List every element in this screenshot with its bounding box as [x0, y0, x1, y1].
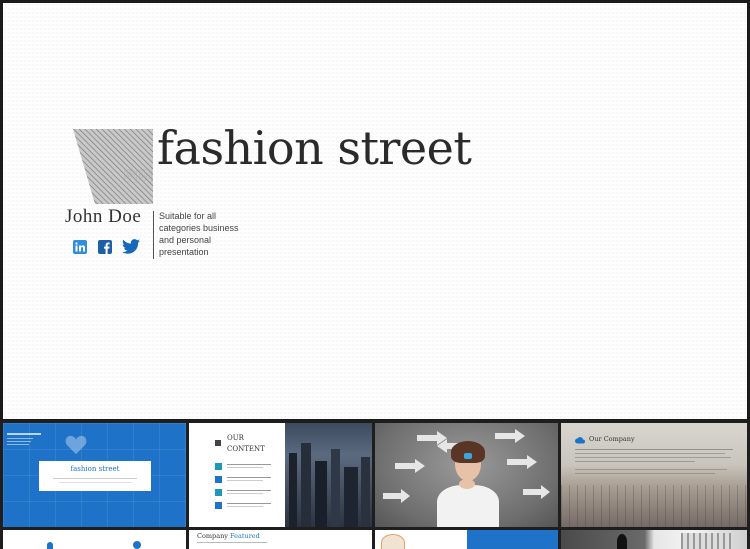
thumbnail-strip: fashion street OUR CONTENT Our Company C…: [0, 420, 750, 549]
divider-line: [153, 211, 154, 259]
thumbnail-1-title: fashion street: [70, 465, 120, 473]
thumbnail-6-heading-a: Company: [197, 532, 231, 540]
twitter-icon[interactable]: [122, 238, 140, 255]
slide-title: fashion street: [157, 121, 472, 175]
thumbnail-2-heading: OUR CONTENT: [227, 434, 265, 453]
tagline: Suitable for all categories business and…: [159, 211, 239, 257]
thumbnail-7[interactable]: [375, 530, 558, 549]
heart-icon: [65, 435, 87, 455]
author-name: John Doe: [65, 206, 142, 227]
thumbnail-8[interactable]: [561, 530, 747, 549]
thumbnail-3[interactable]: [375, 423, 558, 527]
linkedin-icon[interactable]: [72, 239, 88, 255]
thumbnail-6[interactable]: Company Featured: [189, 530, 372, 549]
thumbnail-2[interactable]: OUR CONTENT: [189, 423, 372, 527]
thumbnail-5[interactable]: [3, 530, 186, 549]
watermark-text: 咧咧: [123, 167, 154, 185]
thumbnail-1[interactable]: fashion street: [3, 423, 186, 527]
cloud-icon: [575, 437, 585, 444]
thumbnail-4-heading: Our Company: [589, 435, 635, 443]
facebook-icon[interactable]: [97, 239, 113, 255]
main-slide[interactable]: fashion street 咧咧 John Doe Suitable for …: [3, 3, 747, 419]
thumbnail-4[interactable]: Our Company: [561, 423, 747, 527]
thumbnail-6-heading-b: Featured: [230, 532, 260, 540]
